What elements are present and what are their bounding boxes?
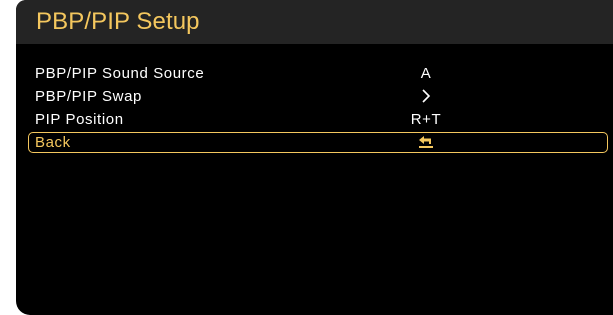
menu-item-label: PBP/PIP Swap bbox=[35, 88, 142, 105]
menu-item-value bbox=[376, 131, 476, 154]
menu-item-pip-position[interactable]: PIP Position R+T bbox=[16, 108, 613, 131]
selection-highlight bbox=[28, 132, 608, 153]
return-arrow-icon bbox=[419, 135, 433, 148]
page-title: PBP/PIP Setup bbox=[36, 8, 200, 35]
menu-header: PBP/PIP Setup bbox=[16, 0, 613, 44]
menu-item-back[interactable]: Back bbox=[16, 131, 613, 154]
menu-item-label: Back bbox=[35, 134, 71, 151]
menu-list: PBP/PIP Sound Source A PBP/PIP Swap PIP … bbox=[16, 62, 613, 154]
menu-item-value: R+T bbox=[410, 111, 442, 128]
menu-item-value bbox=[376, 85, 476, 108]
menu-item-sound-source[interactable]: PBP/PIP Sound Source A bbox=[16, 62, 613, 85]
chevron-right-icon bbox=[422, 88, 431, 103]
menu-item-label: PBP/PIP Sound Source bbox=[35, 65, 205, 82]
menu-item-label: PIP Position bbox=[35, 111, 124, 128]
menu-item-value: A bbox=[420, 65, 432, 82]
menu-item-swap[interactable]: PBP/PIP Swap bbox=[16, 85, 613, 108]
osd-menu-panel: PBP/PIP Setup PBP/PIP Sound Source A PBP… bbox=[16, 0, 613, 315]
